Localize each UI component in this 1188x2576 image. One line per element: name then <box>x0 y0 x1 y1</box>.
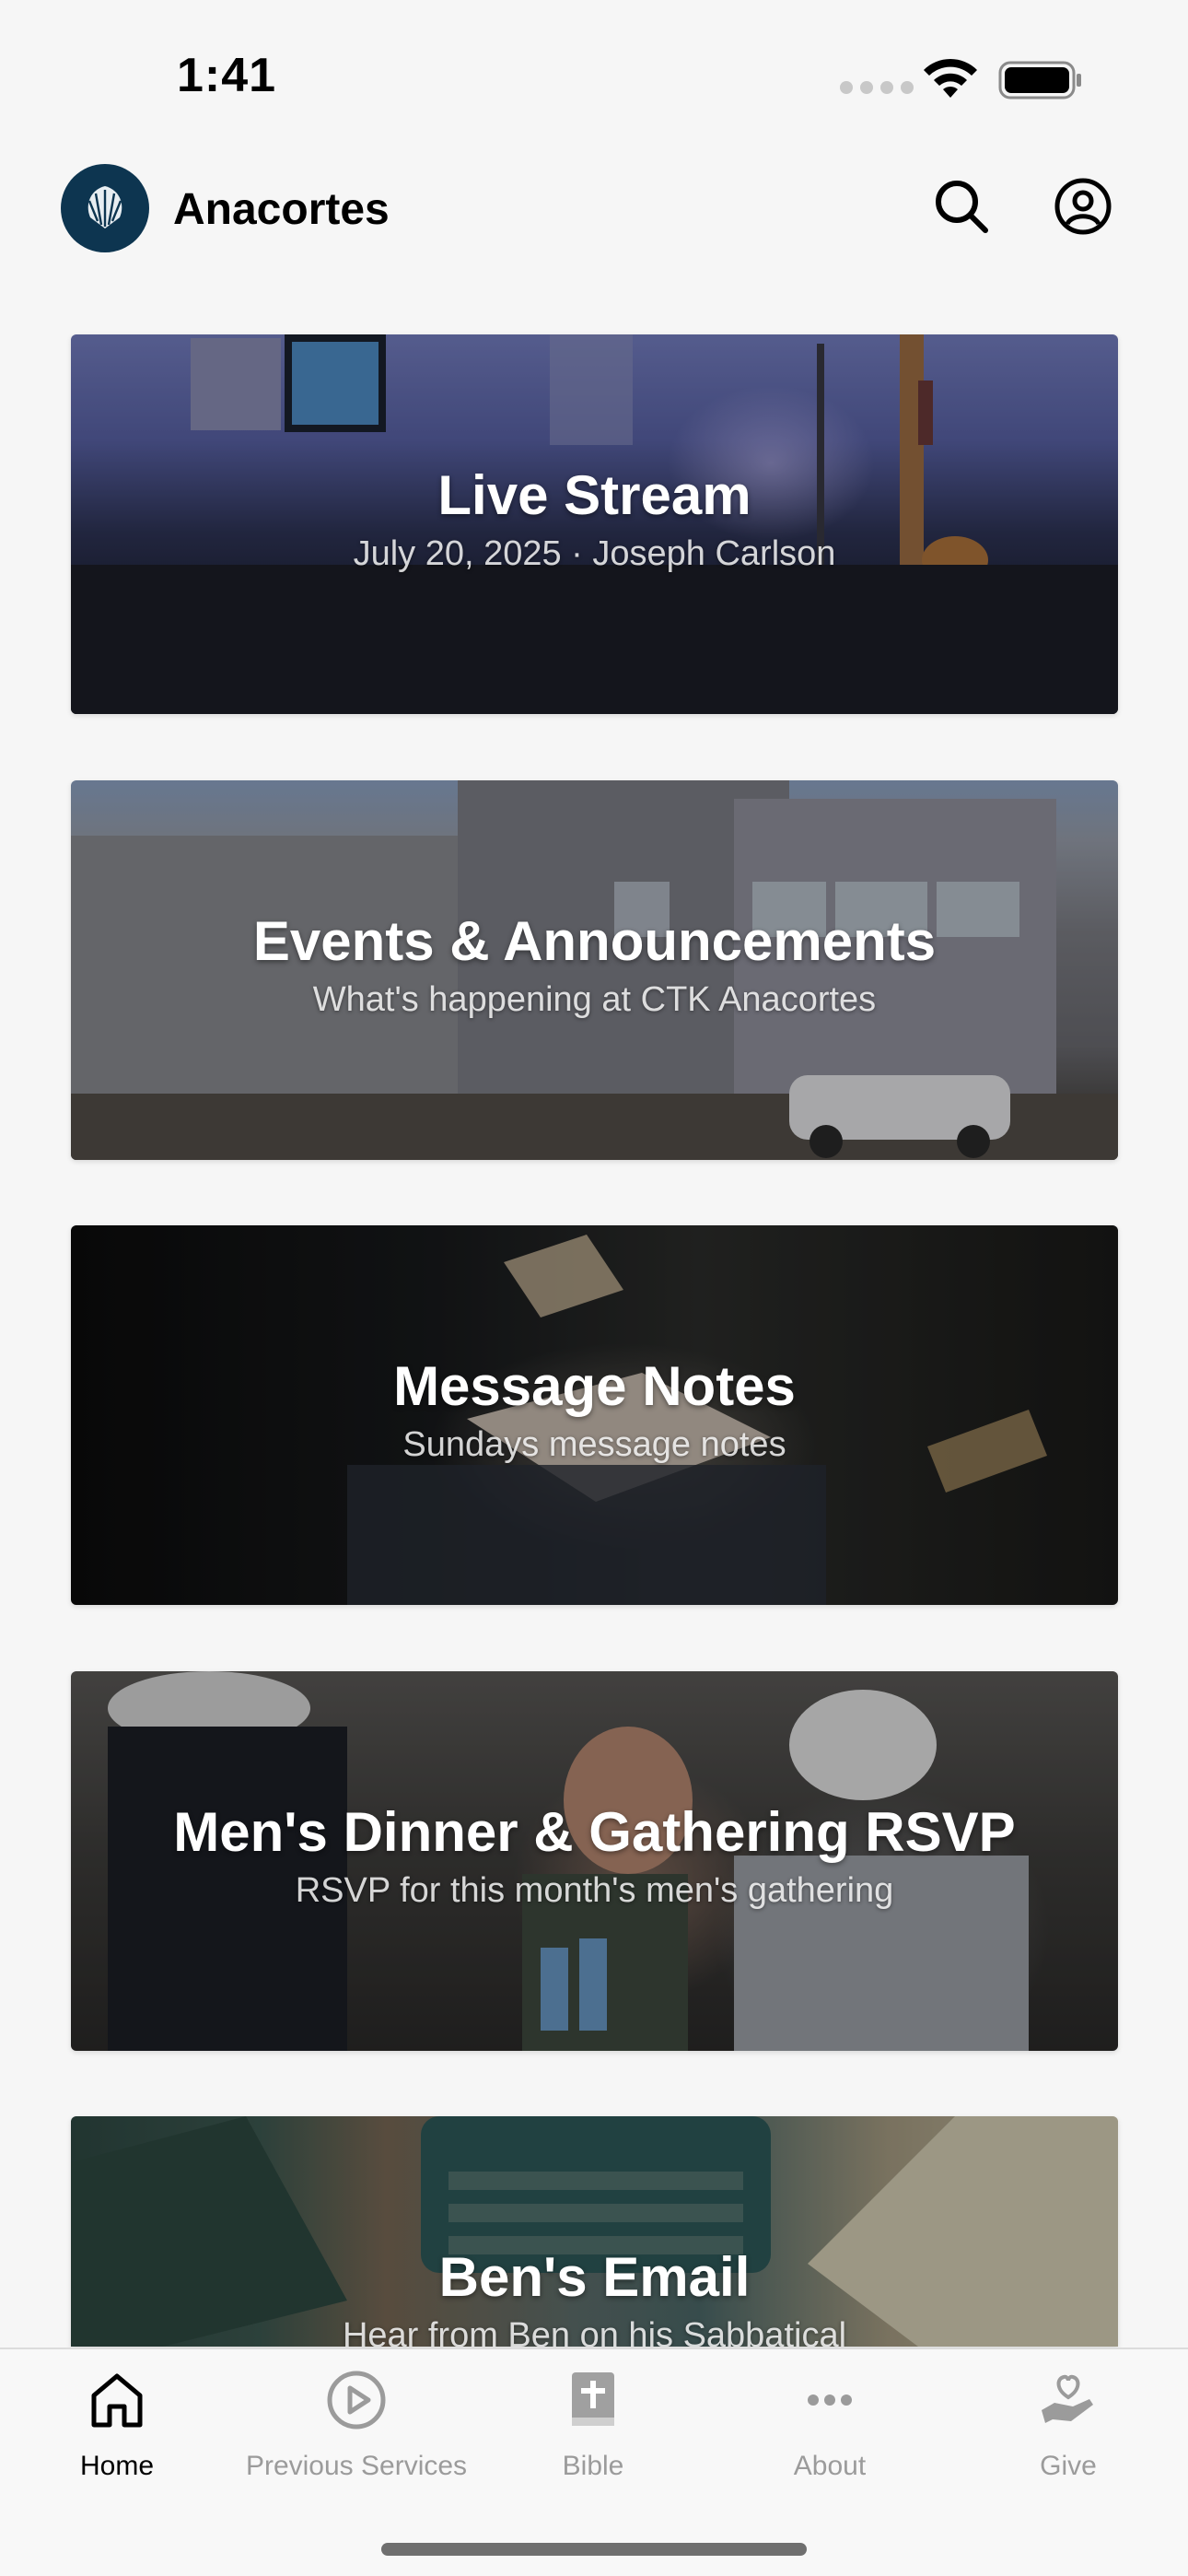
status-bar: 1:41 <box>0 0 1188 138</box>
card-title: Message Notes <box>393 1355 796 1417</box>
search-button[interactable] <box>928 173 995 240</box>
shell-logo-icon <box>87 186 122 228</box>
card-title: Men's Dinner & Gathering RSVP <box>173 1801 1016 1863</box>
tab-bar: Home Previous Services Bible About Give <box>0 2348 1188 2576</box>
tab-give[interactable]: Give <box>949 2368 1188 2506</box>
app-title: Anacortes <box>173 185 390 234</box>
battery-icon <box>998 61 1081 100</box>
tab-label: About <box>793 2451 867 2481</box>
tab-label: Give <box>1040 2451 1097 2481</box>
bens-email-text: Ben's Email Hear from Ben on his Sabbati… <box>71 2245 1118 2347</box>
app-header: Anacortes <box>0 157 1188 267</box>
more-icon <box>808 2395 852 2406</box>
bible-icon <box>572 2372 614 2426</box>
card-subtitle: RSVP for this month's men's gathering <box>295 1871 894 1910</box>
live-stream-text: Live Stream July 20, 2025 · Joseph Carls… <box>71 463 1118 574</box>
home-icon <box>91 2373 143 2428</box>
message-notes-card[interactable]: Message Notes Sundays message notes <box>71 1225 1118 1605</box>
tab-previous-services[interactable]: Previous Services <box>237 2368 476 2506</box>
give-hand-heart-icon <box>1042 2374 1093 2423</box>
cellular-signal-icon <box>840 81 914 94</box>
account-icon <box>1054 178 1112 235</box>
status-time: 1:41 <box>177 49 277 102</box>
bens-email-card[interactable]: Ben's Email Hear from Ben on his Sabbati… <box>71 2116 1118 2347</box>
tab-label: Home <box>79 2451 155 2481</box>
card-subtitle: Sundays message notes <box>402 1425 786 1464</box>
mens-dinner-text: Men's Dinner & Gathering RSVP RSVP for t… <box>71 1800 1118 1911</box>
tab-bible[interactable]: Bible <box>473 2368 713 2506</box>
play-circle-icon <box>327 2371 386 2430</box>
card-title: Live Stream <box>437 464 751 526</box>
tab-home[interactable]: Home <box>0 2368 237 2506</box>
home-indicator[interactable] <box>381 2543 807 2556</box>
church-shell-logo <box>61 164 149 252</box>
events-card[interactable]: Events & Announcements What's happening … <box>71 780 1118 1160</box>
mens-dinner-card[interactable]: Men's Dinner & Gathering RSVP RSVP for t… <box>71 1671 1118 2051</box>
home-screen: 1:41 Anacortes Live Stream July 20, 2025… <box>0 0 1188 2576</box>
search-icon <box>936 181 988 233</box>
tab-about[interactable]: About <box>710 2368 949 2506</box>
account-button[interactable] <box>1050 173 1116 240</box>
live-stream-card[interactable]: Live Stream July 20, 2025 · Joseph Carls… <box>71 334 1118 714</box>
message-notes-text: Message Notes Sundays message notes <box>71 1354 1118 1465</box>
tab-label: Bible <box>562 2451 624 2481</box>
card-subtitle: Hear from Ben on his Sabbatical <box>342 2316 847 2347</box>
card-subtitle: What's happening at CTK Anacortes <box>312 980 877 1019</box>
events-text: Events & Announcements What's happening … <box>71 909 1118 1020</box>
card-title: Events & Announcements <box>252 910 937 972</box>
tab-label: Previous Services <box>245 2451 468 2481</box>
wifi-icon <box>924 58 977 98</box>
card-subtitle: July 20, 2025 · Joseph Carlson <box>353 534 836 573</box>
card-title: Ben's Email <box>438 2246 751 2308</box>
